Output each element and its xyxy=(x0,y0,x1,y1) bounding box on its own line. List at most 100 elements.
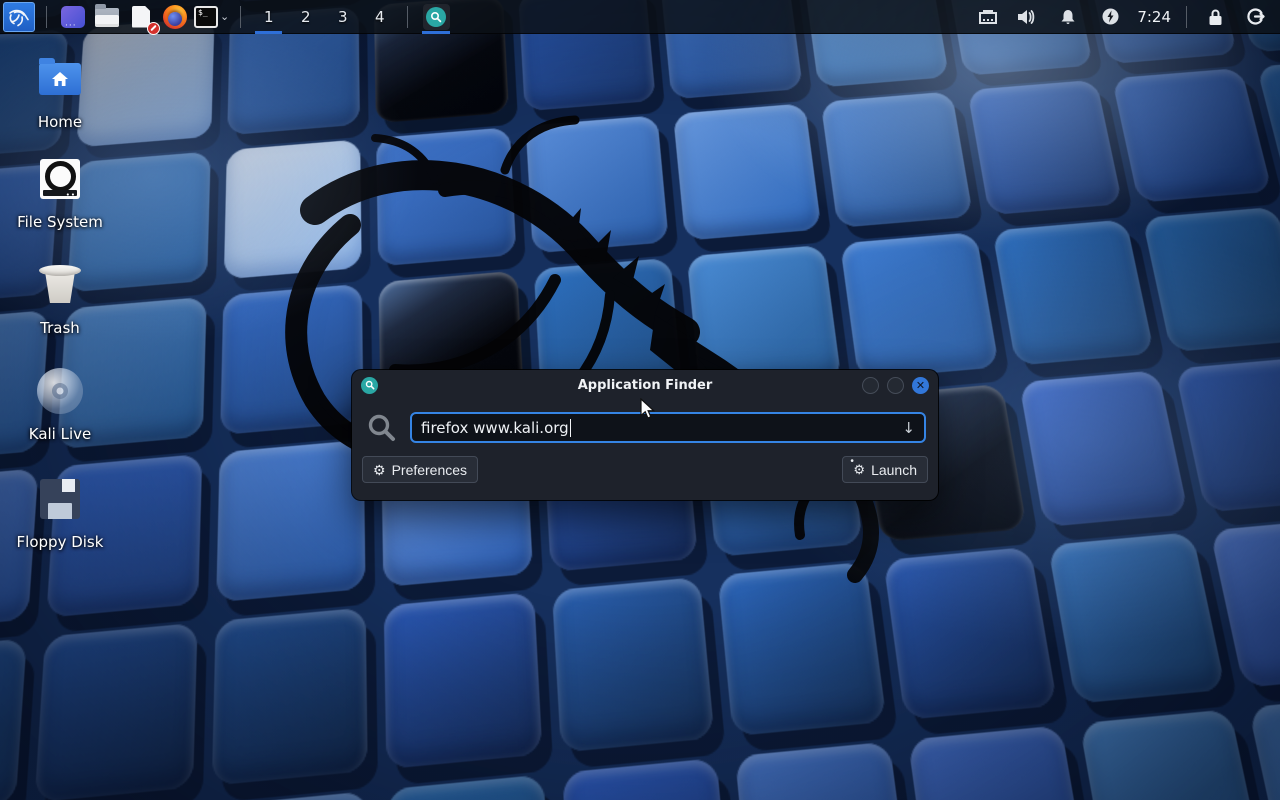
cube xyxy=(562,758,733,800)
cube xyxy=(551,577,715,752)
cube xyxy=(0,639,26,800)
logout-icon xyxy=(1246,7,1265,26)
cube xyxy=(384,592,542,768)
power-manager-indicator[interactable] xyxy=(1095,2,1125,32)
home-folder-icon xyxy=(39,63,81,95)
network-indicator[interactable] xyxy=(973,2,1003,32)
top-panel: $_ ⌄ 1 2 3 4 xyxy=(0,0,1280,34)
desktop-icon-label: Home xyxy=(38,113,82,131)
launch-label: Launch xyxy=(871,462,917,478)
launcher-terminal[interactable] xyxy=(58,2,88,32)
workspace-label: 1 xyxy=(264,8,274,26)
cube xyxy=(223,140,362,280)
cube xyxy=(376,127,516,266)
workspace-2[interactable]: 2 xyxy=(289,0,322,34)
lock-icon xyxy=(1207,8,1224,26)
mouse-cursor xyxy=(640,398,656,420)
cube xyxy=(718,562,887,736)
clock[interactable]: 7:24 xyxy=(1137,8,1171,26)
app-finder-task-icon xyxy=(423,4,450,30)
kali-menu-button[interactable] xyxy=(3,2,35,32)
launcher-terminal-emulator[interactable]: $_ ⌄ xyxy=(194,2,229,32)
search-input[interactable]: firefox www.kali.org ↓ xyxy=(410,412,926,443)
workspace-1[interactable]: 1 xyxy=(252,0,285,34)
desktop-icon-file-system[interactable]: File System xyxy=(8,156,112,231)
floppy-disk-icon xyxy=(40,479,80,519)
panel-separator xyxy=(1186,6,1187,28)
workspace-label: 3 xyxy=(338,8,348,26)
workspace-4[interactable]: 4 xyxy=(363,0,396,34)
cube xyxy=(1142,207,1280,352)
cube xyxy=(883,547,1057,720)
cube xyxy=(219,284,363,435)
cube xyxy=(34,623,197,800)
panel-separator xyxy=(46,6,47,28)
file-manager-icon xyxy=(95,8,119,27)
search-icon xyxy=(367,413,397,443)
cube xyxy=(673,104,821,241)
workspace-label: 4 xyxy=(375,8,385,26)
magnifier-icon xyxy=(426,7,446,27)
cube xyxy=(967,80,1123,215)
bell-icon xyxy=(1059,8,1077,26)
lock-screen-button[interactable] xyxy=(1200,2,1230,32)
dropdown-arrow-icon[interactable]: ↓ xyxy=(902,419,915,437)
cube xyxy=(206,791,370,800)
maximize-button[interactable] xyxy=(887,377,904,394)
firefox-icon xyxy=(163,5,187,29)
volume-icon xyxy=(1016,8,1036,26)
cube xyxy=(735,741,912,800)
cube xyxy=(1078,709,1266,800)
terminal-icon: $_ xyxy=(194,6,218,28)
launcher-text-editor[interactable] xyxy=(126,2,156,32)
desktop-icon-label: Trash xyxy=(40,319,80,337)
terminal-app-icon xyxy=(61,6,85,28)
preferences-button[interactable]: ⚙ Preferences xyxy=(362,456,478,483)
close-button[interactable]: ✕ xyxy=(912,377,929,394)
chevron-down-icon[interactable]: ⌄ xyxy=(220,10,229,23)
preferences-label: Preferences xyxy=(392,462,467,478)
desktop-icon-label: Kali Live xyxy=(29,425,92,443)
panel-separator xyxy=(240,6,241,28)
cube xyxy=(1210,517,1280,687)
cube xyxy=(1175,356,1280,513)
network-icon xyxy=(978,9,998,25)
cube xyxy=(991,219,1154,365)
power-icon xyxy=(1101,7,1120,26)
drive-icon xyxy=(40,159,80,199)
workspace-label: 2 xyxy=(301,8,311,26)
desktop-icon-floppy-disk[interactable]: Floppy Disk xyxy=(8,476,112,551)
workspace-3[interactable]: 3 xyxy=(326,0,359,34)
titlebar[interactable]: Application Finder ✕ xyxy=(352,370,938,400)
kali-desktop: $_ ⌄ 1 2 3 4 xyxy=(0,0,1280,800)
cube xyxy=(820,92,972,228)
search-input-value: firefox www.kali.org xyxy=(421,419,569,437)
cd-disc-icon xyxy=(37,368,83,414)
desktop-icon-label: File System xyxy=(17,213,103,231)
desktop-icon-kali-live[interactable]: Kali Live xyxy=(8,368,112,443)
cube xyxy=(840,232,999,379)
cube xyxy=(211,608,368,786)
cube xyxy=(1112,68,1272,202)
launcher-firefox[interactable] xyxy=(160,2,190,32)
logout-button[interactable] xyxy=(1240,2,1270,32)
kali-logo-icon xyxy=(7,6,31,28)
desktop-icon-label: Floppy Disk xyxy=(17,533,104,551)
cube xyxy=(907,725,1089,800)
cube xyxy=(525,115,669,253)
taskbar-application-finder[interactable] xyxy=(419,0,453,34)
notifications-indicator[interactable] xyxy=(1053,2,1083,32)
gear-icon: ⚙ xyxy=(373,463,386,477)
volume-indicator[interactable] xyxy=(1011,2,1041,32)
cube xyxy=(1248,693,1280,800)
application-finder-window: Application Finder ✕ firefox www.kali.or… xyxy=(352,370,938,500)
cube xyxy=(1018,370,1189,528)
minimize-button[interactable] xyxy=(862,377,879,394)
launcher-file-manager[interactable] xyxy=(92,2,122,32)
desktop-icon-home[interactable]: Home xyxy=(8,56,112,131)
close-icon: ✕ xyxy=(916,380,925,391)
cube xyxy=(387,774,552,800)
desktop-icon-trash[interactable]: Trash xyxy=(8,262,112,337)
panel-separator xyxy=(407,6,408,28)
launch-button[interactable]: ⚙ Launch xyxy=(842,456,928,483)
